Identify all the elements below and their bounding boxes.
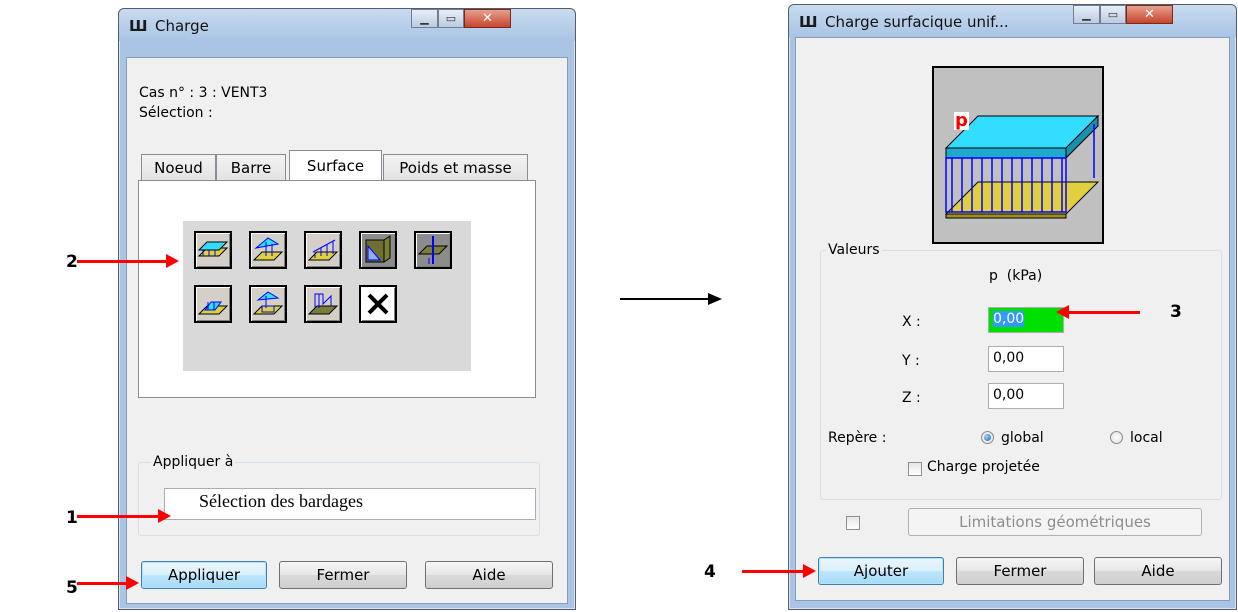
frame-label: Repère : (828, 430, 887, 446)
geometric-limits-button[interactable]: Limitations géométriques (908, 508, 1202, 536)
close-dialog-button[interactable]: Fermer (956, 557, 1084, 585)
y-label: Y : (902, 353, 920, 369)
frame-local-label[interactable]: local (1130, 430, 1163, 446)
linear-load-3points-button[interactable] (304, 285, 342, 323)
surface-tab-panel (138, 180, 536, 398)
linear-load-3points-icon (307, 293, 339, 315)
window-title: Charge surfacique unif... (825, 13, 1009, 31)
tab-surface[interactable]: Surface (289, 150, 382, 180)
close-button[interactable]: ✕ (464, 9, 511, 28)
projected-load-checkbox[interactable] (908, 462, 922, 476)
selection-label: Sélection : (139, 105, 213, 121)
maximize-icon: ▭ (1107, 8, 1119, 21)
load-tool-palette (183, 221, 471, 371)
point-load-contour-icon (252, 291, 284, 315)
point-load-contour-button[interactable] (249, 285, 287, 323)
point-load-surface-button[interactable] (249, 231, 287, 269)
callout-5: 5 (66, 578, 78, 598)
load-preview-frame: p (932, 66, 1104, 244)
callout-arrow-4 (742, 564, 816, 578)
x-value-field[interactable]: 0,00 (988, 307, 1064, 333)
x-label: X : (902, 314, 921, 330)
app-icon: Ш (129, 17, 148, 35)
frame-global-label[interactable]: global (1001, 430, 1044, 446)
close-icon: ✕ (482, 11, 493, 26)
unit-header: p (kPa) (989, 268, 1043, 284)
thermal-load-icon (417, 236, 449, 264)
contour-load-button[interactable] (194, 285, 232, 323)
add-button[interactable]: Ajouter (818, 557, 944, 585)
app-icon: Ш (799, 13, 818, 31)
charge-window: Ш Charge ▁ ▭ ✕ Cas n° : 3 : VENT3 Sélect… (118, 8, 576, 610)
maximize-button[interactable]: ▭ (438, 9, 464, 28)
maximize-button[interactable]: ▭ (1100, 5, 1126, 24)
hydrostatic-load-button[interactable] (359, 231, 397, 269)
case-label: Cas n° : 3 : VENT3 (139, 85, 268, 101)
tab-barre[interactable]: Barre (216, 154, 286, 180)
close-button[interactable]: ✕ (1126, 5, 1173, 24)
callout-4: 4 (704, 562, 716, 582)
uniform-surface-load-button[interactable] (194, 231, 232, 269)
y-value-field[interactable]: 0,00 (988, 346, 1064, 372)
tab-poids-et-masse[interactable]: Poids et masse (383, 154, 528, 180)
uniform-surface-load-icon (197, 241, 229, 257)
frame-local-radio[interactable] (1110, 431, 1123, 444)
apply-to-field[interactable]: Sélection des bardages (164, 488, 536, 520)
delete-load-icon (367, 293, 389, 315)
transition-arrowhead (708, 293, 722, 305)
values-group-label: Valeurs (826, 242, 882, 258)
uniform-load-client-area: p Valeurs p (kPa) X : 0,00 Y : 0,00 Z : … (795, 37, 1230, 601)
minimize-button[interactable]: ▁ (1073, 5, 1100, 24)
linear-surface-load-icon (307, 239, 339, 261)
projected-load-label[interactable]: Charge projetée (927, 459, 1040, 475)
callout-3: 3 (1170, 302, 1182, 322)
hydrostatic-load-icon (365, 235, 391, 263)
minimize-button[interactable]: ▁ (411, 9, 438, 28)
help-button[interactable]: Aide (425, 561, 553, 589)
transition-arrow (620, 298, 712, 300)
help-button[interactable]: Aide (1094, 557, 1222, 585)
delete-load-button[interactable] (359, 285, 397, 323)
charge-client-area: Cas n° : 3 : VENT3 Sélection : Noeud Bar… (126, 57, 568, 604)
geometric-limits-checkbox[interactable] (846, 516, 860, 530)
uniform-surface-load-preview-icon (944, 114, 1100, 219)
charge-titlebar[interactable]: Ш Charge ▁ ▭ ✕ (119, 9, 575, 41)
z-label: Z : (902, 390, 921, 406)
callout-arrow-3 (1056, 305, 1140, 319)
close-icon: ✕ (1144, 7, 1155, 22)
frame-global-radio[interactable] (981, 431, 994, 444)
tab-noeud[interactable]: Noeud (141, 154, 216, 180)
callout-arrow-2 (77, 254, 179, 268)
window-title: Charge (155, 17, 209, 35)
minimize-icon: ▁ (1082, 8, 1091, 21)
uniform-load-titlebar[interactable]: Ш Charge surfacique unif... ▁ ▭ ✕ (789, 5, 1236, 37)
thermal-load-button[interactable] (414, 231, 452, 269)
callout-arrow-5 (77, 576, 139, 590)
point-load-on-surface-icon (252, 237, 284, 261)
contour-load-icon (197, 301, 229, 315)
callout-arrow-1 (77, 509, 171, 523)
preview-load-label: p (954, 110, 969, 131)
maximize-icon: ▭ (445, 12, 457, 25)
apply-to-label: Appliquer à (151, 454, 236, 470)
callout-1: 1 (66, 508, 78, 528)
close-dialog-button[interactable]: Fermer (279, 561, 407, 589)
z-value-field[interactable]: 0,00 (988, 383, 1064, 409)
linear-surface-load-button[interactable] (304, 231, 342, 269)
apply-button[interactable]: Appliquer (141, 561, 267, 589)
minimize-icon: ▁ (420, 12, 429, 25)
